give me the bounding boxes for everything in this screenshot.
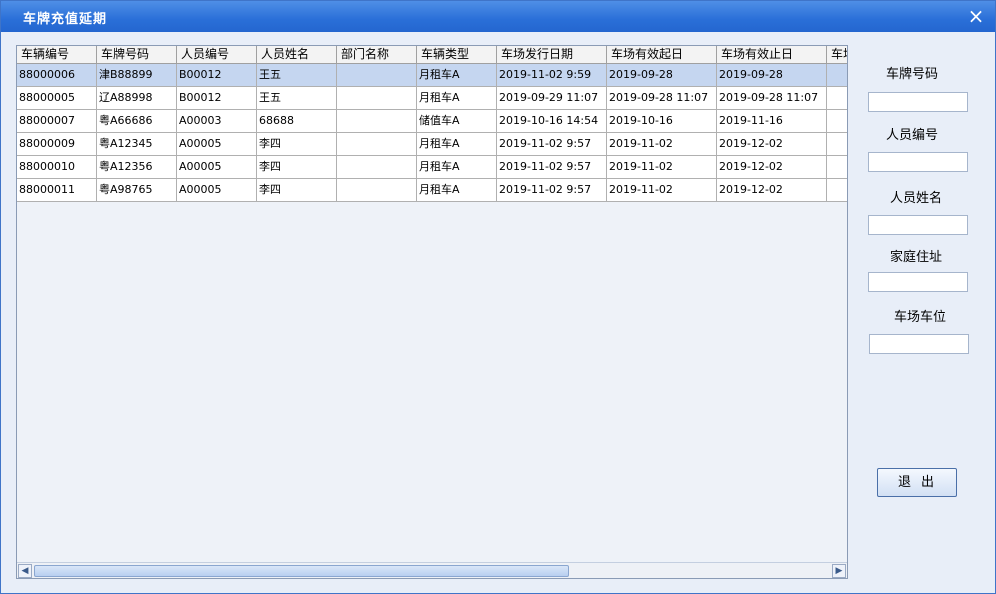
table-cell: 88000009 <box>17 133 97 155</box>
table-cell: 月租车A <box>417 179 497 201</box>
table-cell: 粤A98765 <box>97 179 177 201</box>
table-row[interactable]: 88000007 粤A66686 A00003 68688 储值车A 2019-10-16… <box>17 110 847 133</box>
table-empty-area <box>17 202 847 562</box>
table-cell <box>827 64 847 86</box>
column-header[interactable]: 人员姓名 <box>257 46 337 63</box>
table-row[interactable]: 88000006 津B88899 B00012 王五 月租车A 2019-11-02 9:… <box>17 64 847 87</box>
table-cell <box>337 64 417 86</box>
table-cell: 88000011 <box>17 179 97 201</box>
table-cell: 2019-11-16 <box>717 110 827 132</box>
column-header[interactable]: 车场 <box>827 46 847 63</box>
column-header[interactable]: 车辆类型 <box>417 46 497 63</box>
vehicle-table[interactable]: 车辆编号 车牌号码 人员编号 人员姓名 部门名称 车辆类型 车场发行日期 车场有效起日 车场有效… <box>16 45 848 579</box>
table-cell: 2019-11-02 9:57 <box>497 133 607 155</box>
column-header[interactable]: 车场有效止日 <box>717 46 827 63</box>
table-cell: 2019-11-02 <box>607 156 717 178</box>
table-cell: 88000006 <box>17 64 97 86</box>
table-cell: 2019-12-02 <box>717 133 827 155</box>
table-cell: 2019-11-02 <box>607 133 717 155</box>
table-cell: 2019-09-28 <box>607 64 717 86</box>
table-cell: 辽A88998 <box>97 87 177 109</box>
table-cell: 88000005 <box>17 87 97 109</box>
table-cell <box>827 179 847 201</box>
table-cell: 2019-12-02 <box>717 156 827 178</box>
column-header[interactable]: 车场有效起日 <box>607 46 717 63</box>
table-cell: A00003 <box>177 110 257 132</box>
table-cell: 2019-09-28 <box>717 64 827 86</box>
table-cell <box>337 87 417 109</box>
table-cell: 88000010 <box>17 156 97 178</box>
plate-label: 车牌号码 <box>885 67 938 82</box>
column-header[interactable]: 部门名称 <box>337 46 417 63</box>
table-cell: 李四 <box>257 156 337 178</box>
exit-button[interactable]: 退出 <box>877 468 957 497</box>
table-cell: 储值车A <box>417 110 497 132</box>
table-cell: 粤A12356 <box>97 156 177 178</box>
horizontal-scrollbar[interactable]: ◀ ▶ <box>17 562 847 578</box>
table-cell: 李四 <box>257 133 337 155</box>
person-name-input[interactable] <box>868 215 968 235</box>
table-cell: 津B88899 <box>97 64 177 86</box>
table-cell: 88000007 <box>17 110 97 132</box>
column-header[interactable]: 车场发行日期 <box>497 46 607 63</box>
table-cell: A00005 <box>177 156 257 178</box>
plate-input[interactable] <box>868 92 968 112</box>
address-input[interactable] <box>868 272 968 292</box>
table-cell <box>827 133 847 155</box>
scroll-thumb[interactable] <box>34 565 569 577</box>
table-cell <box>337 110 417 132</box>
table-cell: 2019-09-28 11:07 <box>717 87 827 109</box>
person-no-input[interactable] <box>868 152 968 172</box>
table-cell: 2019-09-29 11:07 <box>497 87 607 109</box>
table-cell: 2019-10-16 14:54 <box>497 110 607 132</box>
table-row[interactable]: 88000009 粤A12345 A00005 李四 月租车A 2019-11-02 9:… <box>17 133 847 156</box>
parking-space-label: 车场车位 <box>893 310 946 325</box>
table-cell: 王五 <box>257 87 337 109</box>
table-cell: 68688 <box>257 110 337 132</box>
table-cell <box>827 156 847 178</box>
table-cell: 月租车A <box>417 156 497 178</box>
column-header[interactable]: 车辆编号 <box>17 46 97 63</box>
table-row[interactable]: 88000011 粤A98765 A00005 李四 月租车A 2019-11-02 9:… <box>17 179 847 202</box>
table-cell <box>337 179 417 201</box>
column-header[interactable]: 人员编号 <box>177 46 257 63</box>
table-row[interactable]: 88000010 粤A12356 A00005 李四 月租车A 2019-11-02 9:… <box>17 156 847 179</box>
table-cell <box>337 156 417 178</box>
table-row[interactable]: 88000005 辽A88998 B00012 王五 月租车A 2019-09-29 11… <box>17 87 847 110</box>
table-header: 车辆编号 车牌号码 人员编号 人员姓名 部门名称 车辆类型 车场发行日期 车场有效起日 车场有效… <box>17 46 847 64</box>
person-name-label: 人员姓名 <box>889 191 942 206</box>
column-header[interactable]: 车牌号码 <box>97 46 177 63</box>
table-cell <box>337 133 417 155</box>
table-cell: 王五 <box>257 64 337 86</box>
address-label: 家庭住址 <box>889 250 942 265</box>
table-cell: 2019-11-02 9:57 <box>497 156 607 178</box>
table-cell: A00005 <box>177 179 257 201</box>
table-cell <box>827 87 847 109</box>
table-cell: 2019-11-02 9:59 <box>497 64 607 86</box>
table-cell: 2019-11-02 <box>607 179 717 201</box>
table-cell: 李四 <box>257 179 337 201</box>
table-cell: 2019-12-02 <box>717 179 827 201</box>
table-cell: 2019-09-28 11:07 <box>607 87 717 109</box>
title-bar: 车牌充值延期 × <box>1 1 995 32</box>
window-title: 车牌充值延期 <box>23 12 108 27</box>
table-cell: A00005 <box>177 133 257 155</box>
table-cell: B00012 <box>177 64 257 86</box>
person-no-label: 人员编号 <box>885 128 938 143</box>
close-icon[interactable]: × <box>966 6 986 26</box>
table-cell: B00012 <box>177 87 257 109</box>
table-cell: 粤A66686 <box>97 110 177 132</box>
table-cell: 2019-10-16 <box>607 110 717 132</box>
table-cell: 2019-11-02 9:57 <box>497 179 607 201</box>
table-cell: 月租车A <box>417 87 497 109</box>
table-cell: 粤A12345 <box>97 133 177 155</box>
parking-space-input[interactable] <box>869 334 969 354</box>
scroll-left-icon[interactable]: ◀ <box>18 564 32 578</box>
table-cell <box>827 110 847 132</box>
table-cell: 月租车A <box>417 133 497 155</box>
table-cell: 月租车A <box>417 64 497 86</box>
scroll-right-icon[interactable]: ▶ <box>832 564 846 578</box>
main-window: 车牌充值延期 × 车辆编号 车牌号码 人员编号 人员姓名 部门名称 车辆类型 车场发行日期车… <box>0 0 996 594</box>
